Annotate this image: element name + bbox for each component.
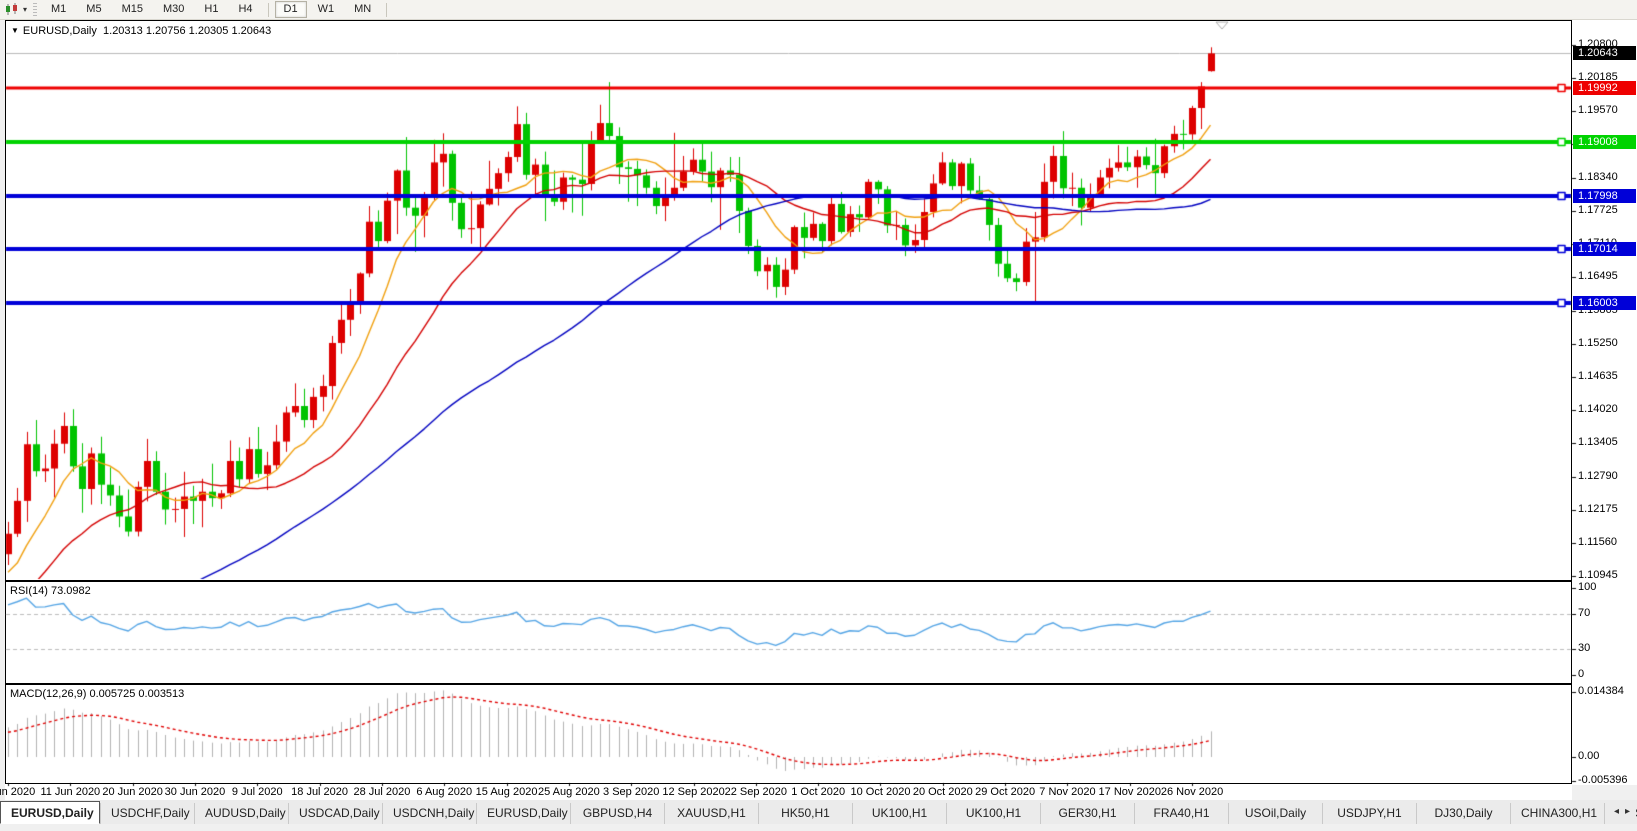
rsi-axis-label: 100 — [1578, 581, 1596, 593]
date-axis-label: 3 Sep 2020 — [603, 786, 659, 798]
hline-price-tag: 1.17014 — [1573, 242, 1636, 256]
date-axis-label: 20 Oct 2020 — [913, 786, 973, 798]
date-axis-label: 18 Jul 2020 — [291, 786, 348, 798]
chart-canvas[interactable] — [0, 0, 1637, 831]
price-axis-label: 1.12790 — [1578, 470, 1618, 482]
chart-tab-usdcad-daily[interactable]: USDCAD,Daily — [288, 803, 382, 824]
date-axis-label: 11 Jun 2020 — [40, 786, 100, 798]
chart-tab-usdcnh-daily[interactable]: USDCNH,Daily — [382, 803, 476, 824]
price-axis-label: 1.11560 — [1578, 536, 1617, 548]
chart-tab-eurusd-daily[interactable]: EURUSD,Daily — [0, 801, 100, 824]
chart-tab-hk50-h1[interactable]: HK50,H1 — [758, 803, 852, 824]
chart-tab-usoil-daily[interactable]: USOil,Daily — [1228, 803, 1322, 824]
chart-tab-usdjpy-h1[interactable]: USDJPY,H1 — [1322, 803, 1416, 824]
rsi-axis-label: 70 — [1578, 607, 1590, 619]
chart-title-symbol: EURUSD,Daily — [23, 25, 97, 37]
chart-tab-uk100-h1[interactable]: UK100,H1 — [852, 803, 946, 824]
date-axis-label: 1 Oct 2020 — [791, 786, 845, 798]
date-axis-label: 29 Oct 2020 — [975, 786, 1035, 798]
chart-tab-fra40-h1[interactable]: FRA40,H1 — [1134, 803, 1228, 824]
chart-tab-ger30-h1[interactable]: GER30,H1 — [1040, 803, 1134, 824]
chart-tab-xauusd-h1[interactable]: XAUUSD,H1 — [664, 803, 758, 824]
chart-tab-eurusd-daily[interactable]: EURUSD,Daily — [476, 803, 570, 824]
hline-price-tag: 1.17998 — [1573, 189, 1636, 203]
price-axis-label: 1.12175 — [1578, 503, 1618, 515]
macd-indicator-label: MACD(12,26,9) 0.005725 0.003513 — [10, 688, 184, 700]
chart-tab-usdchf-daily[interactable]: USDCHF,Daily — [100, 803, 194, 824]
chart-title: ▼ EURUSD,Daily 1.20313 1.20756 1.20305 1.… — [11, 25, 271, 37]
chart-tab-dj30-daily[interactable]: DJ30,Daily — [1416, 803, 1510, 824]
date-axis-label: 2 Jun 2020 — [0, 786, 35, 798]
price-axis-label: 1.14635 — [1578, 370, 1618, 382]
date-axis-label: 10 Oct 2020 — [851, 786, 911, 798]
price-axis-label: 1.19570 — [1578, 104, 1618, 116]
date-axis-label: 30 Jun 2020 — [165, 786, 226, 798]
rsi-axis-label: 0 — [1578, 668, 1584, 680]
tab-scroll-right-icon[interactable]: ▸ — [1625, 806, 1630, 817]
terminal-window: ▾ M1M5M15M30H1H4D1W1MN ▼EURUSD,Daily 1.2… — [0, 0, 1637, 831]
current-price-tag: 1.20643 — [1573, 46, 1636, 60]
rsi-axis-label: 30 — [1578, 642, 1590, 654]
chart-tab-gbpusd-h4[interactable]: GBPUSD,H4 — [570, 803, 664, 824]
tab-scroll-arrows: ◂▸ — [1608, 804, 1636, 819]
chart-tab-china300-h1[interactable]: CHINA300,H1 — [1510, 803, 1604, 824]
date-axis-label: 15 Aug 2020 — [476, 786, 538, 798]
date-axis-label: 25 Aug 2020 — [538, 786, 600, 798]
rsi-indicator-label: RSI(14) 73.0982 — [10, 585, 91, 597]
macd-axis-label: 0.014384 — [1578, 685, 1624, 697]
date-axis-label: 17 Nov 2020 — [1099, 786, 1161, 798]
date-axis-label: 26 Nov 2020 — [1161, 786, 1223, 798]
date-axis-label: 6 Aug 2020 — [416, 786, 472, 798]
date-axis-label: 28 Jul 2020 — [353, 786, 410, 798]
date-axis-label: 9 Jul 2020 — [232, 786, 283, 798]
date-axis-label: 22 Sep 2020 — [725, 786, 787, 798]
price-axis-label: 1.13405 — [1578, 436, 1618, 448]
price-axis-label: 1.18340 — [1578, 171, 1618, 183]
price-axis-label: 1.17725 — [1578, 204, 1618, 216]
macd-axis-label: -0.005396 — [1578, 774, 1628, 786]
hline-price-tag: 1.19008 — [1573, 135, 1636, 149]
collapse-indicator-icon[interactable]: ▼ — [11, 26, 19, 35]
hline-price-tag: 1.19992 — [1573, 81, 1636, 95]
date-axis-label: 7 Nov 2020 — [1039, 786, 1095, 798]
chart-tab-uk100-h1[interactable]: UK100,H1 — [946, 803, 1040, 824]
tab-scroll-left-icon[interactable]: ◂ — [1614, 806, 1619, 817]
chart-title-ohlc: 1.20313 1.20756 1.20305 1.20643 — [103, 25, 271, 37]
date-axis-label: 12 Sep 2020 — [662, 786, 724, 798]
price-axis-label: 1.15250 — [1578, 337, 1618, 349]
price-axis-label: 1.16495 — [1578, 270, 1618, 282]
price-axis-label: 1.14020 — [1578, 403, 1618, 415]
macd-axis-label: 0.00 — [1578, 750, 1599, 762]
date-axis-label: 20 Jun 2020 — [102, 786, 163, 798]
hline-price-tag: 1.16003 — [1573, 296, 1636, 310]
chart-tab-bar: EURUSD,DailyUSDCHF,DailyAUDUSD,DailyUSDC… — [0, 800, 1637, 824]
chart-tab-audusd-daily[interactable]: AUDUSD,Daily — [194, 803, 288, 824]
status-strip — [0, 824, 1637, 831]
price-axis-label: 1.10945 — [1578, 569, 1618, 581]
